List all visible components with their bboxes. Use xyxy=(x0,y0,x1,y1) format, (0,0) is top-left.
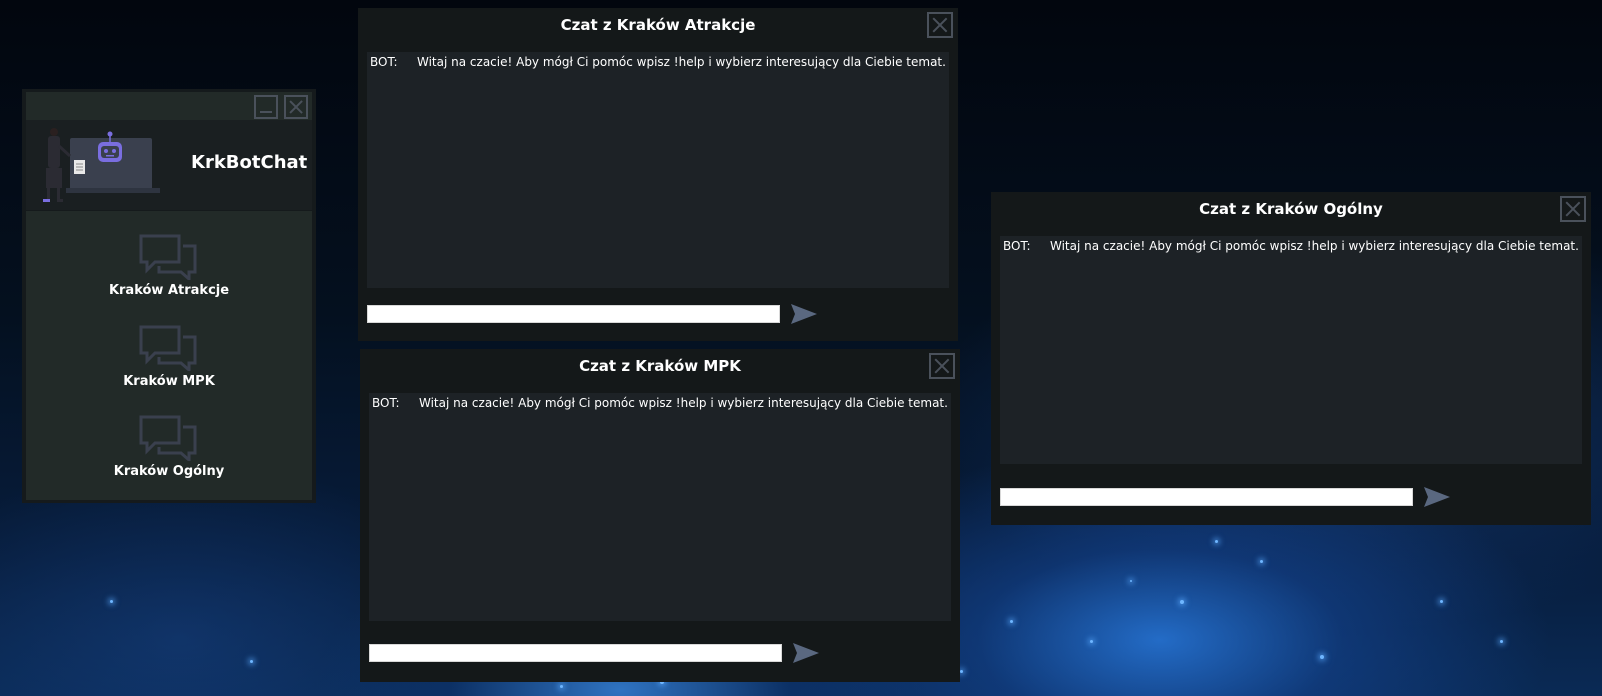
chat-log: BOT: Witaj na czacie! Aby mógł Ci pomóc w… xyxy=(369,393,951,621)
main-menu-window: KrkBotChat Kraków Atrakcje Kraków MPK Kr… xyxy=(22,89,316,503)
chat-log: BOT: Witaj na czacie! Aby mógł Ci pomóc w… xyxy=(1000,236,1582,464)
close-button[interactable] xyxy=(929,353,955,379)
menu-header: KrkBotChat xyxy=(26,120,312,210)
chat-title: Czat z Kraków Atrakcje xyxy=(560,16,756,34)
message-sender: BOT: xyxy=(370,55,398,69)
close-icon xyxy=(932,17,948,33)
close-icon xyxy=(934,358,950,374)
menu-item-krakow-ogolny[interactable]: Kraków Ogólny xyxy=(26,415,312,505)
message-text: Witaj na czacie! Aby mógł Ci pomóc wpisz… xyxy=(417,55,946,69)
menu-titlebar[interactable] xyxy=(26,92,312,120)
chat-bubbles-icon xyxy=(139,415,197,461)
app-title: KrkBotChat xyxy=(191,152,308,173)
menu-item-krakow-atrakcje[interactable]: Kraków Atrakcje xyxy=(26,234,312,324)
bot-illustration-icon xyxy=(43,128,160,202)
message-input[interactable] xyxy=(369,644,782,662)
message-input[interactable] xyxy=(1000,488,1413,506)
chat-menu-list: Kraków Atrakcje Kraków MPK Kraków Ogólny xyxy=(26,211,312,500)
menu-item-label: Kraków Ogólny xyxy=(113,464,225,479)
message-sender: BOT: xyxy=(1003,239,1031,253)
send-icon[interactable] xyxy=(790,302,818,326)
minimize-button[interactable] xyxy=(254,95,278,119)
chat-window-atrakcje: Czat z Kraków Atrakcje BOT: Witaj na czac… xyxy=(358,8,958,341)
close-button[interactable] xyxy=(1560,196,1586,222)
message-input[interactable] xyxy=(367,305,780,323)
message-text: Witaj na czacie! Aby mógł Ci pomóc wpisz… xyxy=(419,396,948,410)
chat-title: Czat z Kraków Ogólny xyxy=(1199,200,1383,218)
chat-window-mpk: Czat z Kraków MPK BOT: Witaj na czacie! A… xyxy=(360,349,960,682)
chat-log: BOT: Witaj na czacie! Aby mógł Ci pomóc w… xyxy=(367,52,949,288)
close-button[interactable] xyxy=(284,95,308,119)
menu-item-label: Kraków Atrakcje xyxy=(108,283,230,298)
chat-bubbles-icon xyxy=(139,325,197,371)
menu-item-label: Kraków MPK xyxy=(123,374,215,389)
message-sender: BOT: xyxy=(372,396,400,410)
send-icon[interactable] xyxy=(792,641,820,665)
message-text: Witaj na czacie! Aby mógł Ci pomóc wpisz… xyxy=(1050,239,1579,253)
chat-title: Czat z Kraków MPK xyxy=(579,357,741,375)
chat-bubbles-icon xyxy=(139,234,197,280)
send-icon[interactable] xyxy=(1423,485,1451,509)
menu-item-krakow-mpk[interactable]: Kraków MPK xyxy=(26,325,312,415)
close-button[interactable] xyxy=(927,12,953,38)
close-icon xyxy=(289,100,303,114)
chat-window-ogolny: Czat z Kraków Ogólny BOT: Witaj na czacie… xyxy=(991,192,1591,525)
close-icon xyxy=(1565,201,1581,217)
